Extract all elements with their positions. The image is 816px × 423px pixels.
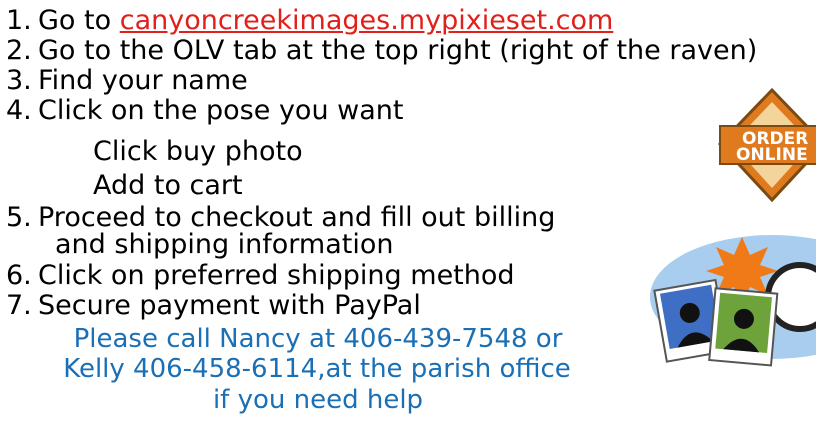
step-5: 5. Proceed to checkout and fill out billi…	[6, 204, 555, 231]
step-number: 1.	[6, 5, 32, 36]
step-text: Go to	[38, 5, 120, 36]
step-1: 1. Go to canyoncreekimages.mypixieset.com	[6, 7, 613, 34]
help-line-2: Kelly 406-458-6114,at the parish office	[63, 354, 571, 384]
step-number: 4.	[6, 95, 32, 126]
step-7: 7. Secure payment with PayPal	[6, 292, 421, 319]
step-4-sub-2: Add to cart	[93, 170, 243, 201]
step-number: 6.	[6, 260, 32, 291]
step-2: 2. Go to the OLV tab at the top right (ri…	[6, 37, 757, 64]
step-3: 3. Find your name	[6, 67, 248, 94]
step-number: 7.	[6, 290, 32, 321]
step-6: 6. Click on preferred shipping method	[6, 262, 515, 289]
step-4-sub-1: Click buy photo	[93, 136, 303, 167]
order-online-badge-icon: ORDER ONLINE	[712, 82, 816, 212]
order-online-badge-svg: ORDER ONLINE	[712, 82, 816, 212]
step-5-continued: and shipping information	[55, 229, 394, 260]
help-line-3: if you need help	[212, 385, 424, 415]
step-text: Go to the OLV tab at the top right (righ…	[38, 35, 758, 66]
help-line-1: Please call Nancy at 406-439-7548 or	[73, 324, 563, 354]
step-text: Click on the pose you want	[38, 95, 404, 126]
step-4: 4. Click on the pose you want	[6, 97, 403, 124]
step-text: Secure payment with PayPal	[38, 290, 421, 321]
step-text: Click on preferred shipping method	[38, 260, 515, 291]
step-number: 2.	[6, 35, 32, 66]
camera-photos-svg	[650, 235, 816, 367]
pixieset-link[interactable]: canyoncreekimages.mypixieset.com	[120, 5, 614, 36]
camera-photos-icon	[650, 225, 816, 375]
photo-green	[708, 287, 779, 367]
step-number: 5.	[6, 202, 32, 233]
step-number: 3.	[6, 65, 32, 96]
step-text: Find your name	[38, 65, 248, 96]
badge-text-2: ONLINE	[736, 145, 808, 165]
